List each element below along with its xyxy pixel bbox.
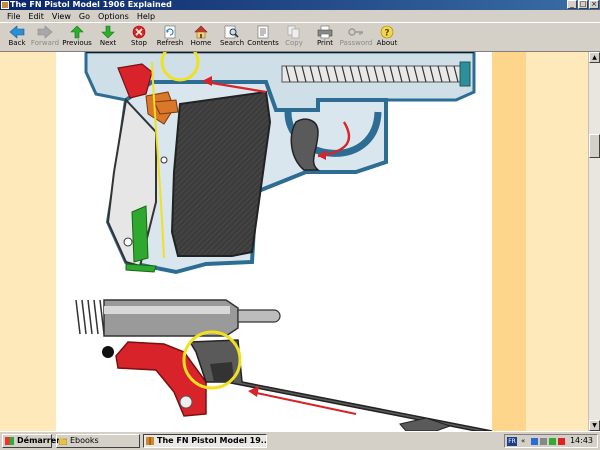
minimize-button[interactable]: _ — [567, 0, 577, 9]
forward-arrow-icon — [37, 25, 53, 39]
menu-edit[interactable]: Edit — [24, 12, 48, 21]
password-button[interactable]: Password — [339, 24, 373, 51]
refresh-label: Refresh — [156, 39, 184, 47]
about-button[interactable]: ? About — [370, 24, 404, 51]
stop-label: Stop — [131, 39, 147, 47]
previous-button[interactable]: Previous — [60, 24, 94, 51]
language-indicator[interactable]: FR — [507, 437, 517, 446]
pin-mid — [160, 156, 168, 164]
grip-panel — [170, 90, 272, 257]
toolbar: Back Forward Previous Next Stop Refresh … — [0, 22, 600, 52]
magazine-base — [125, 263, 157, 273]
contents-button[interactable]: Contents — [246, 24, 280, 51]
clock: 14:43 — [569, 436, 593, 445]
task-label: Ebooks — [70, 436, 99, 445]
title-bar: The FN Pistol Model 1906 Explained _ □ × — [0, 0, 600, 10]
windows-logo-icon — [5, 437, 14, 445]
print-icon — [317, 25, 333, 39]
pin-lower — [123, 237, 133, 247]
folder-icon — [59, 438, 67, 445]
magazine-follower — [131, 205, 149, 263]
about-icon: ? — [380, 25, 394, 39]
contents-label: Contents — [247, 39, 279, 47]
vertical-scrollbar[interactable]: ▲ ▼ — [588, 52, 600, 431]
window-controls: _ □ × — [567, 0, 599, 10]
svg-text:?: ? — [384, 29, 389, 39]
detail-trigger-bar — [188, 339, 492, 431]
app-icon — [1, 1, 9, 9]
start-label: Démarrer — [17, 436, 61, 445]
back-arrow-icon — [9, 25, 25, 39]
search-icon — [224, 25, 239, 39]
tray-app-icon[interactable] — [549, 438, 556, 445]
menu-go[interactable]: Go — [75, 12, 94, 21]
menu-help[interactable]: Help — [133, 12, 159, 21]
start-button[interactable]: Démarrer — [2, 434, 60, 448]
search-label: Search — [219, 39, 245, 47]
document-viewport[interactable] — [0, 52, 588, 431]
home-button[interactable]: Home — [184, 24, 218, 51]
password-label: Password — [339, 39, 373, 47]
scroll-thumb[interactable] — [589, 134, 600, 158]
print-button[interactable]: Print — [308, 24, 342, 51]
scroll-down-button[interactable]: ▼ — [589, 420, 600, 431]
copy-icon — [287, 25, 300, 39]
taskbar: Démarrer Ebooks The FN Pistol Model 19..… — [0, 431, 600, 450]
menu-view[interactable]: View — [48, 12, 75, 21]
key-icon — [348, 28, 363, 36]
task-label: The FN Pistol Model 19... — [157, 436, 267, 445]
contents-icon — [257, 25, 269, 39]
home-label: Home — [190, 39, 212, 47]
task-fn-pistol[interactable]: The FN Pistol Model 19... — [143, 434, 267, 448]
system-tray: FR « 14:43 — [504, 434, 598, 448]
print-label: Print — [316, 39, 334, 47]
about-label: About — [376, 39, 398, 47]
tray-expand-icon[interactable]: « — [521, 438, 528, 445]
page-side-band — [492, 52, 526, 431]
next-button[interactable]: Next — [91, 24, 125, 51]
recoil-spring — [281, 61, 471, 87]
home-icon — [194, 25, 208, 39]
task-ebooks[interactable]: Ebooks — [56, 434, 140, 448]
next-label: Next — [99, 39, 117, 47]
stop-icon — [132, 25, 146, 39]
copy-label: Copy — [285, 39, 303, 47]
up-arrow-icon — [70, 25, 84, 39]
pistol-illustration — [75, 52, 492, 431]
menu-file[interactable]: File — [3, 12, 24, 21]
menu-options[interactable]: Options — [94, 12, 133, 21]
network-icon[interactable] — [531, 438, 538, 445]
detail-pin-black — [102, 346, 114, 358]
document-page — [56, 52, 492, 431]
detail-spring — [75, 299, 105, 335]
book-icon — [146, 437, 154, 445]
striker-body — [103, 299, 239, 337]
refresh-button[interactable]: Refresh — [153, 24, 187, 51]
detail-part-small — [399, 417, 452, 431]
down-arrow-icon — [101, 25, 115, 39]
close-button[interactable]: × — [589, 0, 599, 9]
previous-label: Previous — [62, 39, 92, 47]
stop-button[interactable]: Stop — [122, 24, 156, 51]
search-button[interactable]: Search — [215, 24, 249, 51]
maximize-button[interactable]: □ — [578, 0, 588, 9]
menu-bar: File Edit View Go Options Help — [0, 10, 600, 22]
refresh-icon — [164, 25, 176, 39]
forward-button[interactable]: Forward — [28, 24, 62, 51]
volume-icon[interactable] — [540, 438, 547, 445]
antivirus-icon[interactable] — [558, 438, 565, 445]
scroll-up-button[interactable]: ▲ — [589, 52, 600, 63]
copy-button[interactable]: Copy — [277, 24, 311, 51]
striker-tip — [237, 309, 281, 323]
forward-label: Forward — [30, 39, 60, 47]
